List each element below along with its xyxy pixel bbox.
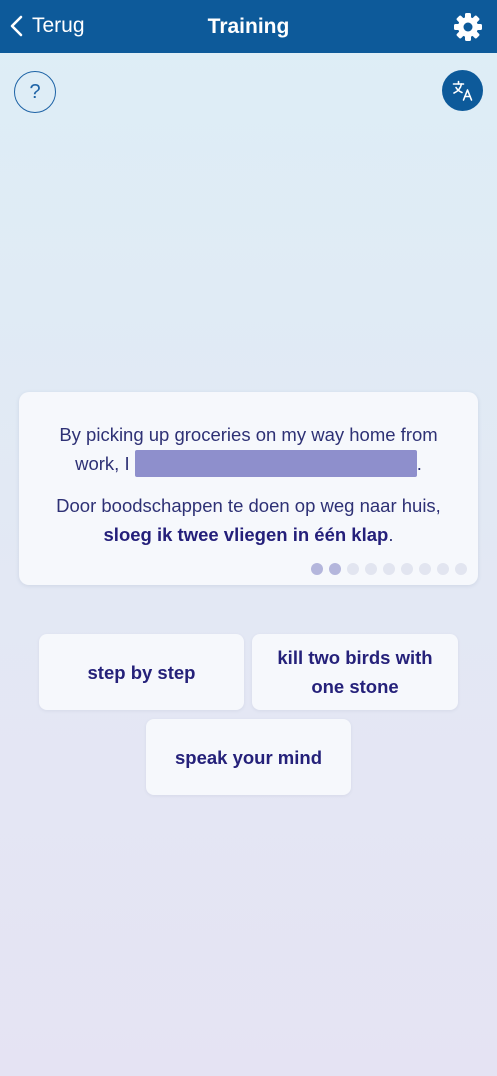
- translate-icon: [452, 80, 472, 101]
- help-button[interactable]: ?: [14, 71, 56, 113]
- dutch-sentence-start: Door boodschappen te doen op weg naar hu…: [56, 495, 441, 516]
- english-sentence-end: .: [416, 453, 422, 474]
- option-speak-your-mind[interactable]: speak your mind: [146, 719, 351, 795]
- progress-dot: [347, 563, 359, 575]
- progress-dots: [311, 563, 467, 575]
- english-sentence: By picking up groceries on my way home f…: [39, 420, 458, 478]
- answer-blank: [134, 449, 417, 477]
- translate-button[interactable]: [442, 70, 483, 111]
- progress-dot: [455, 563, 467, 575]
- progress-dot-completed: [311, 563, 323, 575]
- settings-button[interactable]: [451, 10, 485, 44]
- back-label: Terug: [32, 14, 85, 37]
- back-button[interactable]: Terug: [8, 10, 85, 42]
- progress-dot: [383, 563, 395, 575]
- option-label: step by step: [87, 661, 196, 683]
- option-step-by-step[interactable]: step by step: [39, 634, 244, 710]
- progress-dot: [365, 563, 377, 575]
- exercise-card: By picking up groceries on my way home f…: [19, 392, 478, 585]
- dutch-sentence-end: .: [388, 524, 394, 545]
- top-bar: Terug Training: [0, 0, 497, 53]
- dutch-idiom: sloeg ik twee vliegen in één klap: [103, 524, 389, 545]
- progress-dot-completed: [329, 563, 341, 575]
- chevron-left-icon: [10, 15, 23, 37]
- dutch-sentence: Door boodschappen te doen op weg naar hu…: [39, 491, 458, 549]
- option-label: speak your mind: [174, 746, 322, 768]
- gear-icon: [454, 13, 482, 41]
- progress-dot: [401, 563, 413, 575]
- progress-dot: [419, 563, 431, 575]
- progress-dot: [437, 563, 449, 575]
- option-kill-two-birds[interactable]: kill two birds with one stone: [252, 634, 458, 710]
- option-label: kill two birds with one stone: [277, 647, 433, 697]
